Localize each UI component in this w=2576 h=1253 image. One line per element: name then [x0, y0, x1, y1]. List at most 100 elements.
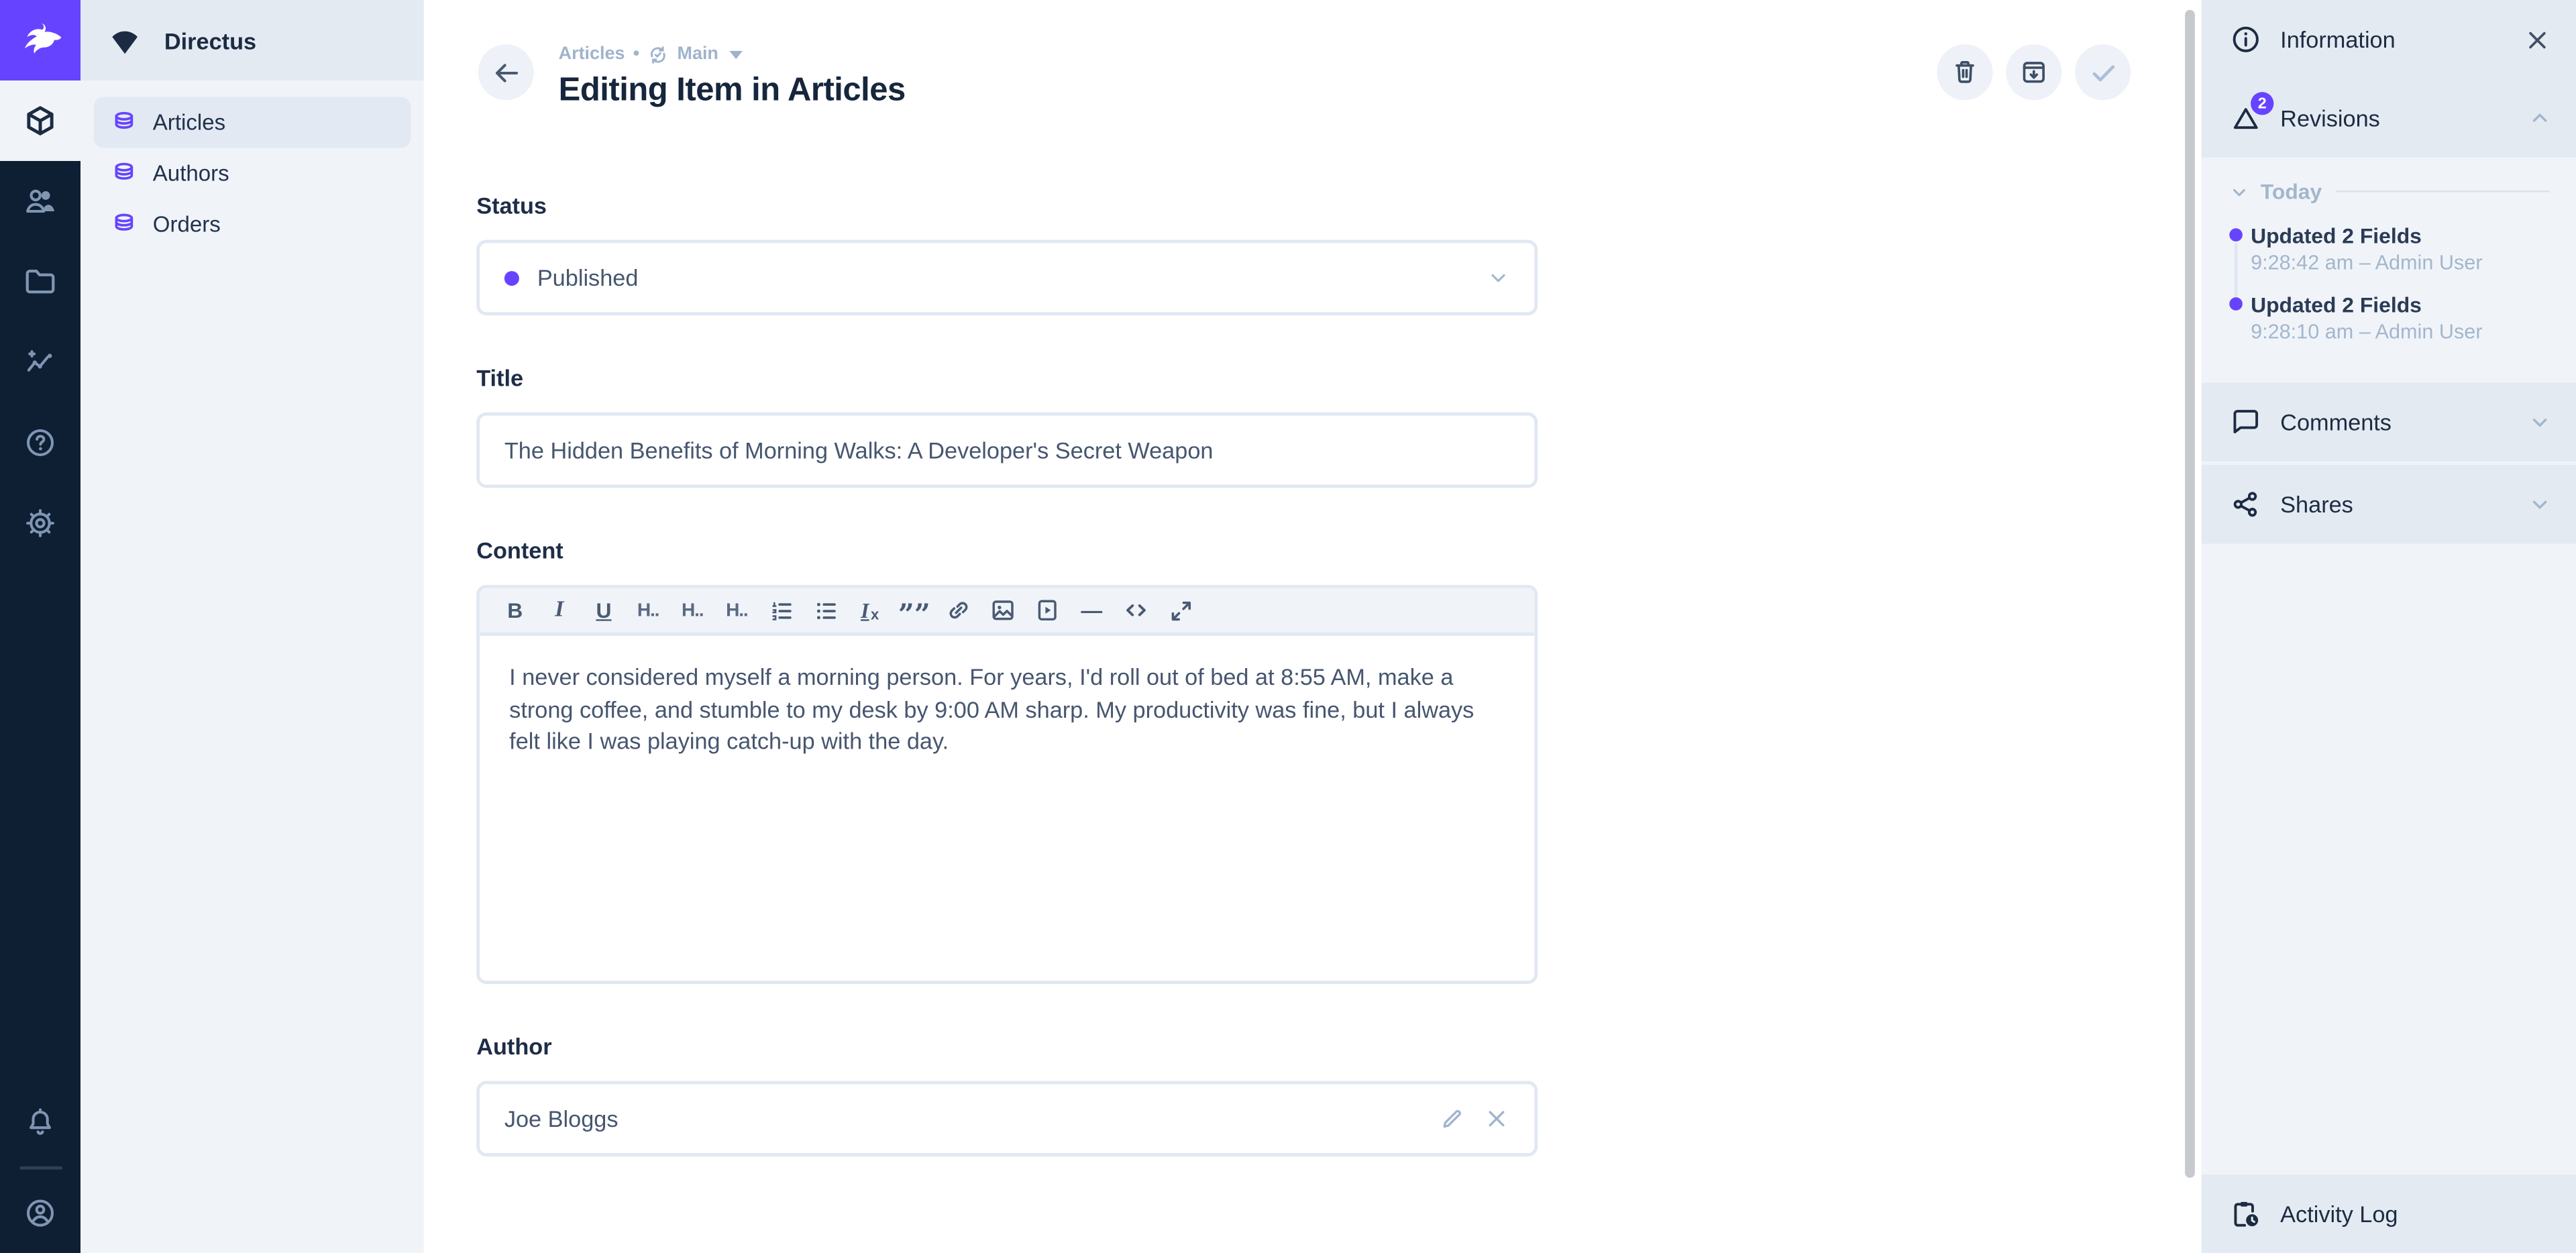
module-bar-divider — [19, 1166, 62, 1170]
deselect-x-icon[interactable] — [1483, 1105, 1509, 1132]
revision-item[interactable]: Updated 2 Fields 9:28:10 am – Admin User — [2229, 292, 2550, 343]
status-field: Status Published — [476, 193, 1538, 316]
revisions-panel: Today Updated 2 Fields 9:28:42 am – Admi… — [2202, 158, 2576, 383]
share-icon — [2229, 488, 2262, 521]
chevron-down-icon[interactable] — [2528, 411, 2551, 433]
nav-item-authors[interactable]: Authors — [94, 148, 411, 199]
module-content[interactable] — [0, 80, 80, 161]
title-input[interactable]: The Hidden Benefits of Morning Walks: A … — [476, 413, 1538, 488]
image-button[interactable] — [981, 590, 1025, 631]
sidebar-section-revisions[interactable]: 2 Revisions — [2202, 79, 2576, 158]
shares-label: Shares — [2280, 491, 2510, 517]
italic-button[interactable]: I — [537, 590, 582, 631]
editor-body[interactable]: I never considered myself a morning pers… — [480, 636, 1534, 981]
sidebar-filler — [2202, 544, 2576, 1175]
bullet-list-button[interactable] — [804, 590, 848, 631]
blockquote-button[interactable]: ”” — [892, 590, 936, 631]
breadcrumb-collection[interactable]: Articles — [559, 44, 625, 66]
breadcrumb-separator: • — [633, 44, 639, 66]
title-block: Articles • Main Editing Item in Articles — [559, 44, 1937, 111]
code-icon — [1122, 596, 1150, 624]
back-button[interactable] — [478, 44, 534, 100]
nav-item-articles[interactable]: Articles — [94, 97, 411, 148]
remove-format-button[interactable]: Ix — [848, 590, 892, 631]
bold-button[interactable]: B — [493, 590, 537, 631]
close-icon[interactable] — [2524, 25, 2552, 54]
version-sync-icon — [647, 44, 669, 66]
chevron-down-icon — [2229, 182, 2249, 201]
module-bar — [0, 0, 80, 1253]
activity-log-icon — [2229, 1197, 2262, 1230]
underline-button[interactable]: U — [582, 590, 626, 631]
insights-icon — [23, 345, 57, 379]
title-value: The Hidden Benefits of Morning Walks: A … — [504, 437, 1214, 463]
heading1-button[interactable]: H.. — [626, 590, 670, 631]
author-value: Joe Bloggs — [504, 1105, 619, 1132]
revisions-group-header[interactable]: Today — [2229, 179, 2550, 204]
item-form: Status Published Title The Hidden Benefi… — [476, 193, 1538, 1157]
sidebar-section-information[interactable]: Information — [2202, 0, 2576, 79]
module-users[interactable] — [0, 161, 80, 241]
page-header: Articles • Main Editing Item in Articles — [424, 0, 2202, 112]
arrow-left-icon — [490, 56, 522, 88]
project-fan-icon — [107, 22, 143, 58]
revisions-group-title: Today — [2261, 179, 2322, 204]
comments-label: Comments — [2280, 409, 2510, 435]
page-title: Editing Item in Articles — [559, 70, 1937, 111]
revision-item[interactable]: Updated 2 Fields 9:28:42 am – Admin User — [2229, 223, 2550, 274]
directus-rabbit-icon — [17, 17, 64, 64]
revisions-label: Revisions — [2280, 105, 2510, 131]
nav-item-orders[interactable]: Orders — [94, 199, 411, 250]
ordered-list-button[interactable] — [759, 590, 803, 631]
account-button[interactable] — [0, 1173, 80, 1253]
directus-logo-button[interactable] — [0, 0, 80, 80]
link-button[interactable] — [936, 590, 981, 631]
revision-title: Updated 2 Fields — [2251, 223, 2550, 248]
navigation-sidebar: Directus Articles — [80, 0, 424, 1253]
image-icon — [989, 596, 1017, 624]
sidebar-section-comments[interactable]: Comments — [2202, 383, 2576, 462]
collection-database-icon — [112, 212, 137, 237]
archive-icon — [2019, 58, 2049, 87]
module-insights[interactable] — [0, 322, 80, 402]
information-label: Information — [2280, 26, 2506, 52]
breadcrumb-version[interactable]: Main — [678, 44, 718, 66]
directus-app: Directus Articles — [0, 0, 2576, 1253]
project-header[interactable]: Directus — [80, 0, 424, 80]
breadcrumb: Articles • Main — [559, 44, 1937, 66]
save-button[interactable] — [2075, 44, 2131, 100]
revision-title: Updated 2 Fields — [2251, 292, 2550, 317]
revision-dot-icon — [2229, 228, 2243, 241]
nav-item-label: Orders — [153, 212, 221, 237]
delete-button[interactable] — [1937, 44, 1992, 100]
version-dropdown-caret-icon[interactable] — [730, 51, 743, 59]
nav-item-label: Authors — [153, 161, 229, 186]
edit-pencil-icon[interactable] — [1439, 1105, 1465, 1132]
module-files[interactable] — [0, 241, 80, 322]
code-button[interactable] — [1114, 590, 1158, 631]
archive-button[interactable] — [2006, 44, 2061, 100]
author-input[interactable]: Joe Bloggs — [476, 1081, 1538, 1156]
project-name: Directus — [164, 27, 256, 53]
title-label: Title — [476, 365, 1538, 391]
info-icon — [2229, 23, 2262, 56]
sidebar-section-activity-log[interactable]: Activity Log — [2202, 1175, 2576, 1253]
fullscreen-button[interactable] — [1159, 590, 1203, 631]
horizontal-rule-button[interactable]: — — [1069, 590, 1114, 631]
chevron-up-icon[interactable] — [2528, 107, 2551, 129]
collection-list: Articles Authors — [80, 80, 424, 266]
collection-database-icon — [112, 110, 137, 135]
status-select[interactable]: Published — [476, 240, 1538, 316]
sidebar-section-shares[interactable]: Shares — [2202, 465, 2576, 544]
module-help[interactable] — [0, 402, 80, 483]
scrollbar-thumb[interactable] — [2185, 10, 2195, 1178]
chevron-down-icon[interactable] — [2528, 493, 2551, 516]
module-settings[interactable] — [0, 483, 80, 563]
media-button[interactable] — [1025, 590, 1069, 631]
chevron-down-icon[interactable] — [1487, 266, 1509, 289]
fullscreen-icon — [1167, 597, 1193, 623]
heading3-button[interactable]: H.. — [714, 590, 759, 631]
notifications-button[interactable] — [0, 1083, 80, 1163]
heading2-button[interactable]: H.. — [670, 590, 714, 631]
module-bar-spacer — [0, 563, 80, 1083]
